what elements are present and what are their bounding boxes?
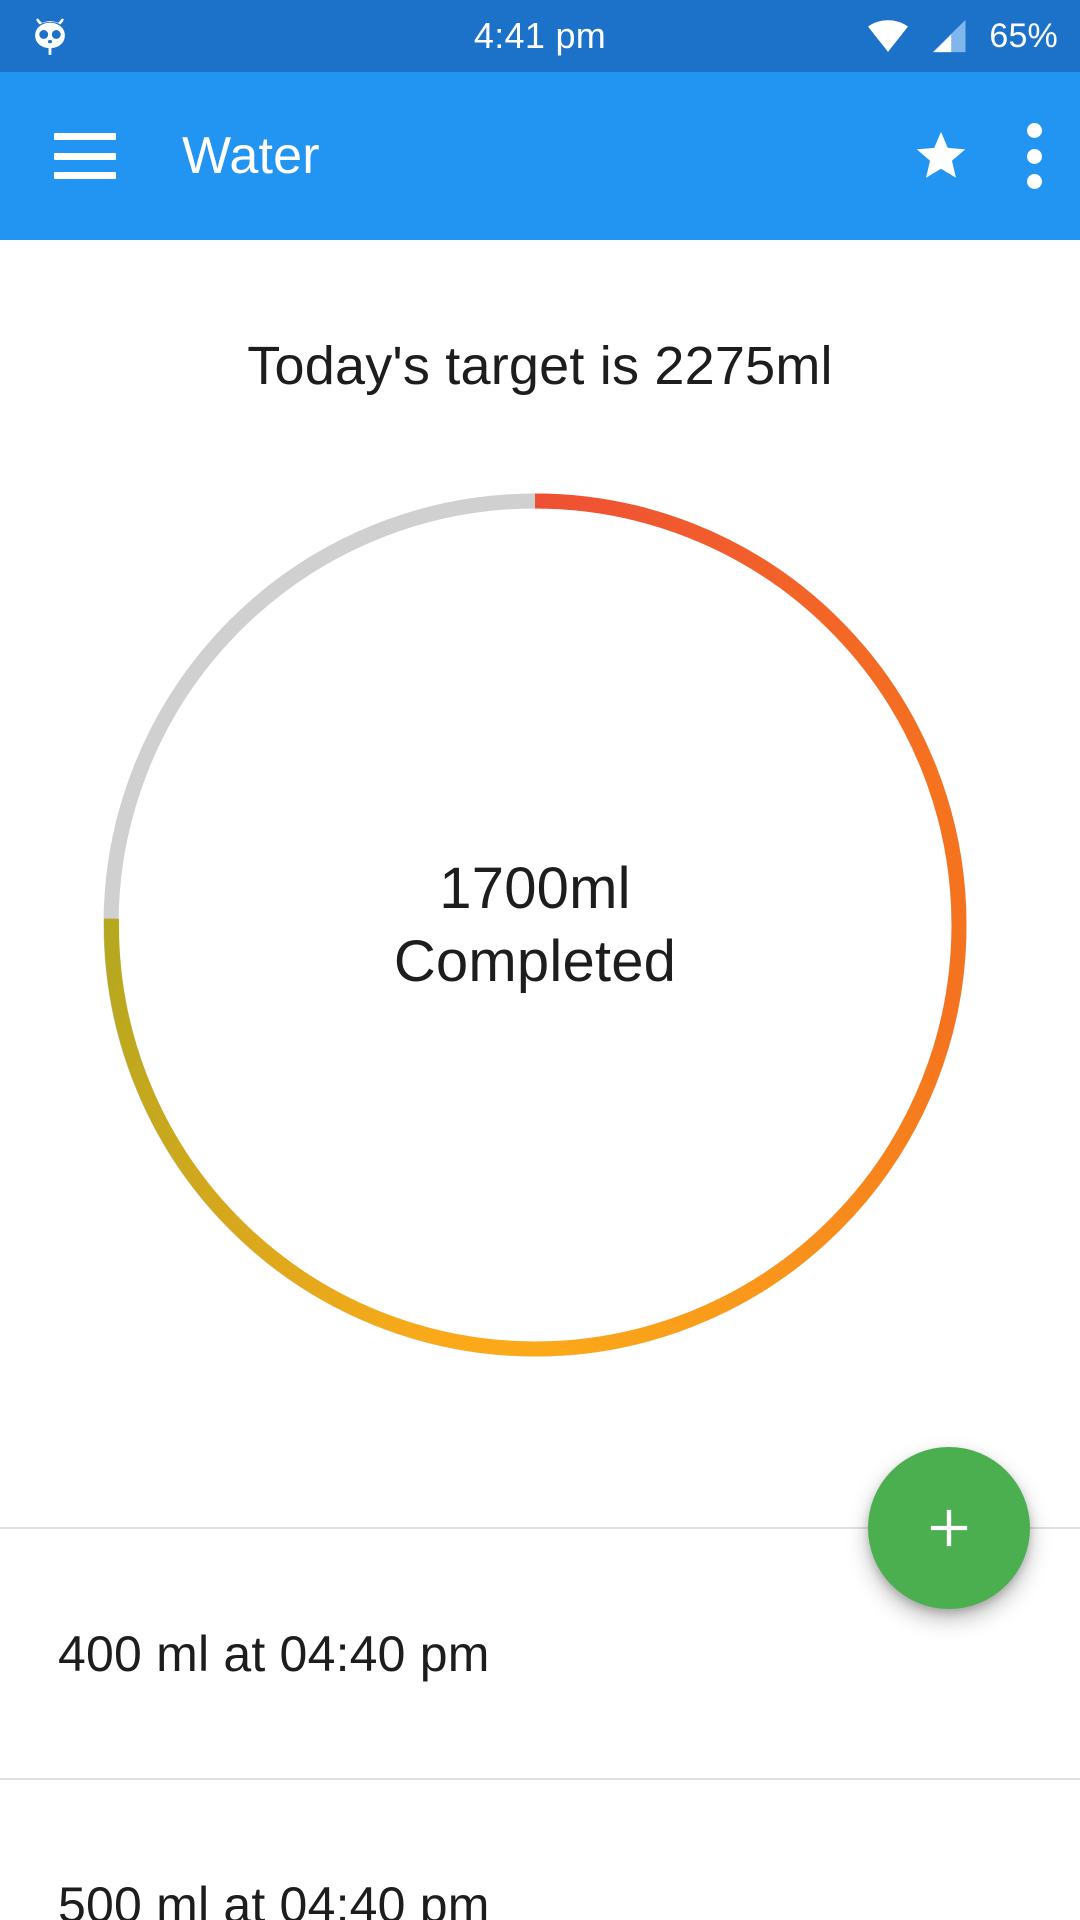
progress-arc-segment-amber [103,918,536,1357]
page-title: Water [182,127,320,185]
water-progress-ring: 1700ml Completed [95,485,975,1365]
battery-percent-label: 65% [989,16,1058,55]
wifi-full-icon [868,20,909,52]
menu-line-1 [54,133,116,140]
status-bar: 4:41 pm 65% [0,0,1080,72]
overflow-dot-2 [1026,148,1042,164]
overflow-dot-3 [1026,174,1042,189]
daily-target-label: Today's target is 2275ml [247,336,833,396]
progress-ring-svg [103,493,967,1357]
overflow-dot-1 [1026,123,1042,138]
app-bar: Water [0,72,1080,240]
status-bar-right: 65% [865,13,1058,59]
menu-line-3 [54,172,116,179]
more-vertical-icon[interactable] [1022,119,1046,193]
hamburger-menu-icon[interactable] [54,133,116,179]
star-filled-icon[interactable] [912,127,970,185]
cellular-signal-icon [932,19,966,53]
app-bar-actions [912,119,1046,193]
app-root: 4:41 pm 65% Water Today's target is 2275… [0,0,1080,1920]
progress-arc-segment-red [534,493,967,926]
plus-icon [930,1509,968,1547]
log-entry-text: 500 ml at 04:40 pm [58,1877,490,1920]
menu-line-2 [54,152,116,160]
main-content: Today's target is 2275ml 1700ml Complete… [0,240,1080,1920]
list-item[interactable]: 500 ml at 04:40 pm [0,1780,1080,1920]
add-water-fab[interactable] [868,1447,1030,1609]
progress-arc-segment-orange [534,924,967,1357]
log-entry-text: 400 ml at 04:40 pm [58,1626,490,1682]
